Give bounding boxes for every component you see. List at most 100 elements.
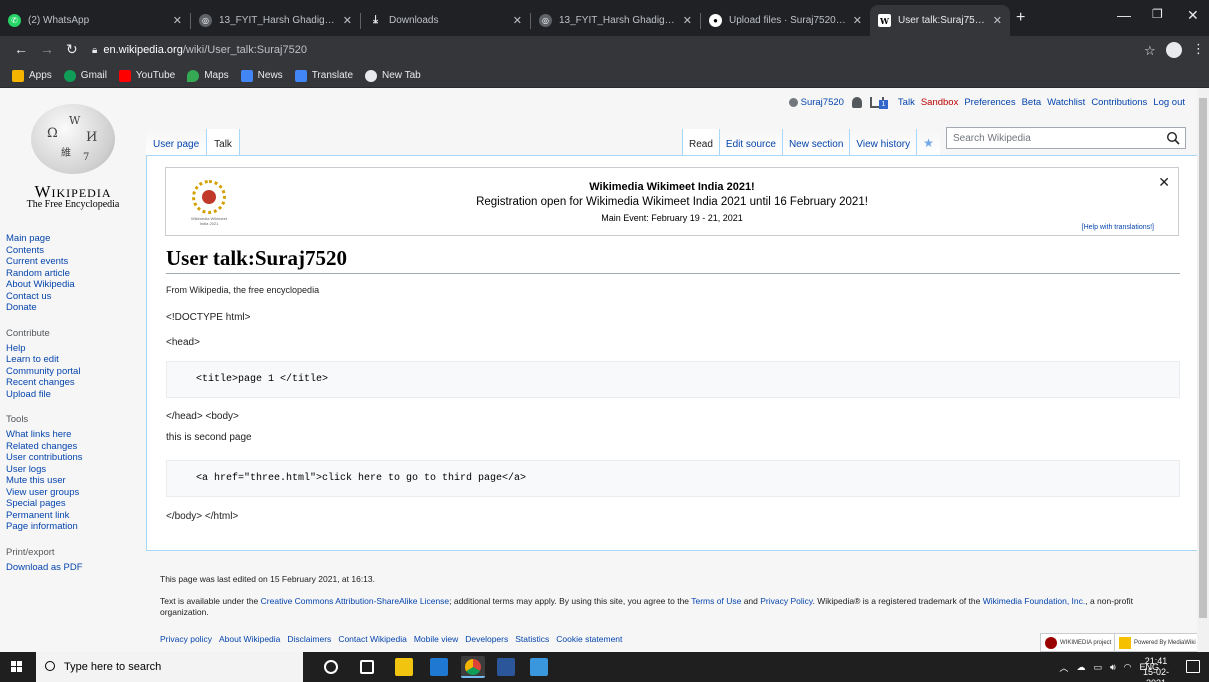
close-window-icon[interactable]: ✕ (1187, 7, 1199, 24)
mediawiki-badge[interactable]: Powered By MediaWiki (1114, 633, 1201, 652)
menu-kebab-icon[interactable]: ⋮ (1192, 41, 1205, 57)
back-icon[interactable]: ← (14, 41, 28, 57)
maximize-icon[interactable]: ❐ (1152, 7, 1163, 21)
browser-tab-wikipedia[interactable]: W User talk:Suraj7520 - Wikipe ✕ (870, 5, 1010, 36)
mail-icon[interactable] (430, 658, 448, 676)
close-icon[interactable]: ✕ (853, 14, 862, 27)
url-field[interactable]: 🔒︎ en.wikipedia.org/wiki/User_talk:Suraj… (92, 40, 307, 60)
tab-talk[interactable]: Talk (207, 129, 240, 156)
sidebar-item-current-events[interactable]: Current events (0, 256, 146, 268)
search-icon[interactable] (1166, 131, 1180, 145)
sidebar-item-contact[interactable]: Contact us (0, 291, 146, 303)
wifi-icon[interactable]: ◠ (1124, 662, 1132, 673)
sidebar-item-user-contributions[interactable]: User contributions (0, 452, 146, 464)
banner-close-icon[interactable]: ✕ (1158, 174, 1170, 191)
minimize-icon[interactable]: — (1117, 7, 1131, 23)
sandbox-link[interactable]: Sandbox (921, 97, 959, 108)
talk-link[interactable]: Talk (898, 97, 915, 108)
sidebar-item-donate[interactable]: Donate (0, 302, 146, 314)
volume-icon[interactable]: 🔊︎ (1110, 662, 1116, 673)
sidebar-item-special-pages[interactable]: Special pages (0, 498, 146, 510)
footer-disclaimers[interactable]: Disclaimers (287, 634, 331, 644)
bookmark-translate[interactable]: Translate (294, 69, 353, 82)
photos-icon[interactable] (530, 658, 548, 676)
scrollbar-thumb[interactable] (1199, 98, 1207, 618)
taskbar-clock[interactable]: 21:41 15-02-2021 (1134, 656, 1178, 682)
tab-read[interactable]: Read (682, 129, 719, 156)
tab-edit-source[interactable]: Edit source (718, 129, 782, 156)
wikipedia-logo[interactable]: Ω W И 維 7 Wikipedia The Free Encyclopedi… (0, 88, 146, 223)
sidebar-item-what-links-here[interactable]: What links here (0, 429, 146, 441)
bookmark-apps[interactable]: Apps (12, 69, 52, 82)
footer-mobile-view[interactable]: Mobile view (414, 634, 458, 644)
forward-icon[interactable]: → (40, 41, 54, 57)
sidebar-item-recent-changes[interactable]: Recent changes (0, 377, 146, 389)
sidebar-item-about[interactable]: About Wikipedia (0, 279, 146, 291)
sidebar-item-random-article[interactable]: Random article (0, 268, 146, 280)
bookmark-gmail[interactable]: Gmail (63, 69, 107, 82)
cortana-icon[interactable] (324, 660, 338, 674)
preferences-link[interactable]: Preferences (964, 97, 1015, 108)
close-icon[interactable]: ✕ (343, 14, 352, 27)
wiki-search-input[interactable] (947, 128, 1157, 148)
footer-contact[interactable]: Contact Wikipedia (338, 634, 407, 644)
windows-start-icon[interactable] (11, 661, 23, 673)
word-icon[interactable] (497, 658, 515, 676)
footer-about[interactable]: About Wikipedia (219, 634, 280, 644)
wikimedia-foundation-link[interactable]: Wikimedia Foundation, Inc. (983, 596, 1086, 606)
banner-subtitle[interactable]: Registration open for Wikimedia Wikimeet… (166, 196, 1178, 208)
browser-tab-harsh-2[interactable]: ◎ 13_FYIT_Harsh Ghadigaonkar ✕ (531, 5, 700, 36)
taskbar-chrome-active[interactable] (461, 656, 485, 678)
cc-license-link[interactable]: Creative Commons Attribution-ShareAlike … (261, 596, 450, 606)
bookmark-news[interactable]: News (240, 69, 283, 82)
sidebar-item-main-page[interactable]: Main page (0, 233, 146, 245)
profile-avatar-icon[interactable] (1166, 42, 1182, 58)
browser-tab-harsh-1[interactable]: ◎ 13_FYIT_Harsh Ghadigaonkar ✕ (191, 5, 360, 36)
tab-user-page[interactable]: User page (146, 129, 208, 156)
user-link[interactable]: Suraj7520 (788, 97, 844, 108)
tab-view-history[interactable]: View history (849, 129, 917, 156)
footer-statistics[interactable]: Statistics (515, 634, 549, 644)
sidebar-item-user-logs[interactable]: User logs (0, 464, 146, 476)
notification-bell-icon[interactable] (851, 97, 862, 108)
action-center-icon[interactable] (1186, 660, 1200, 673)
tab-new-section[interactable]: New section (781, 129, 850, 156)
sidebar-item-mute-user[interactable]: Mute this user (0, 475, 146, 487)
page-scrollbar[interactable] (1197, 88, 1209, 652)
banner-help-link[interactable]: [Help with translations!] (1082, 224, 1154, 231)
notices-tray-icon[interactable]: 1 (869, 97, 888, 109)
close-icon[interactable]: ✕ (683, 14, 692, 27)
reload-icon[interactable]: ↻ (66, 41, 78, 58)
wikimedia-project-badge[interactable]: WIKIMEDIA project (1040, 633, 1117, 652)
contributions-link[interactable]: Contributions (1091, 97, 1147, 108)
bookmark-new-tab[interactable]: New Tab (365, 69, 421, 82)
bookmark-maps[interactable]: Maps (187, 69, 229, 82)
close-icon[interactable]: ✕ (513, 14, 522, 27)
footer-developers[interactable]: Developers (465, 634, 508, 644)
beta-link[interactable]: Beta (1022, 97, 1042, 108)
onedrive-icon[interactable]: ☁ (1076, 662, 1085, 673)
privacy-policy-link[interactable]: Privacy Policy (760, 596, 812, 606)
browser-tab-downloads[interactable]: ⤓ Downloads ✕ (361, 5, 530, 36)
sidebar-item-page-information[interactable]: Page information (0, 521, 146, 533)
sidebar-item-help[interactable]: Help (0, 343, 146, 355)
logout-link[interactable]: Log out (1153, 97, 1185, 108)
footer-privacy-policy[interactable]: Privacy policy (160, 634, 212, 644)
footer-cookie-statement[interactable]: Cookie statement (556, 634, 622, 644)
sidebar-item-community-portal[interactable]: Community portal (0, 366, 146, 378)
taskbar-search-box[interactable]: Type here to search (36, 652, 303, 682)
sidebar-item-upload-file[interactable]: Upload file (0, 389, 146, 401)
browser-tab-github[interactable]: ● Upload files · Suraj7520/IT-1 ✕ (701, 5, 870, 36)
sidebar-item-learn-to-edit[interactable]: Learn to edit (0, 354, 146, 366)
file-explorer-icon[interactable] (395, 658, 413, 676)
sidebar-item-permanent-link[interactable]: Permanent link (0, 510, 146, 522)
watchlist-link[interactable]: Watchlist (1047, 97, 1085, 108)
close-icon[interactable]: ✕ (993, 14, 1002, 27)
terms-of-use-link[interactable]: Terms of Use (691, 596, 741, 606)
show-hidden-icons-icon[interactable]: ︿ (1059, 661, 1068, 674)
sidebar-item-related-changes[interactable]: Related changes (0, 441, 146, 453)
browser-tab-whatsapp[interactable]: ✆ (2) WhatsApp ✕ (0, 5, 190, 36)
new-tab-button[interactable]: + (1016, 9, 1025, 27)
close-icon[interactable]: ✕ (173, 14, 182, 27)
sidebar-item-view-user-groups[interactable]: View user groups (0, 487, 146, 499)
